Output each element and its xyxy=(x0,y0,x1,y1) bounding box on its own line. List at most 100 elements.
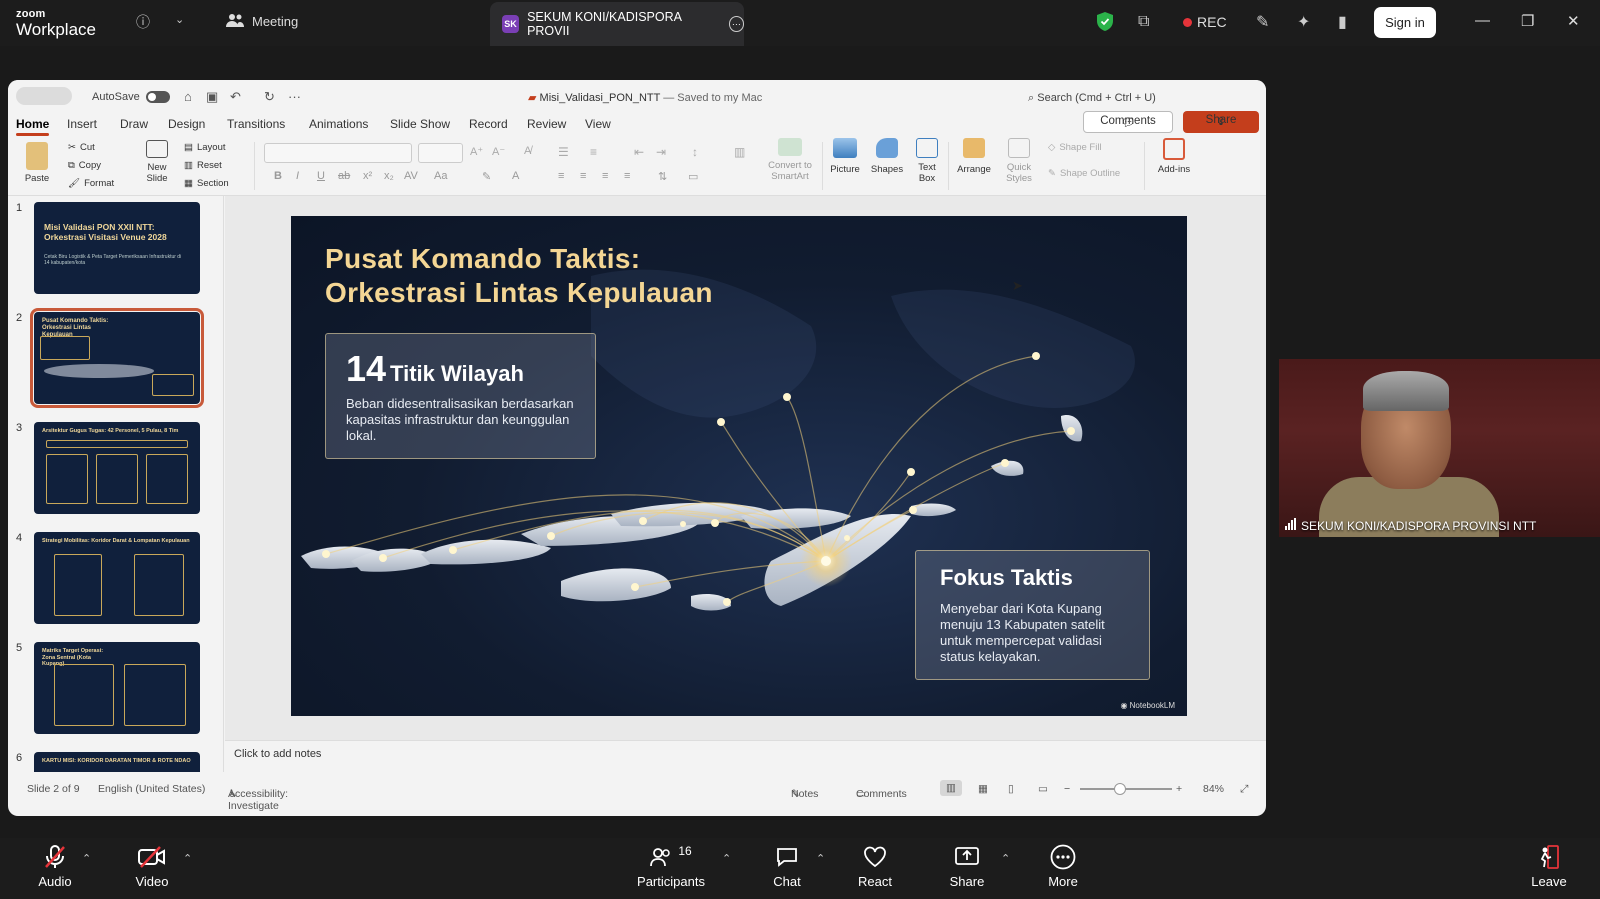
tab-home[interactable]: Home xyxy=(16,117,50,136)
clear-format-icon[interactable]: A̸ xyxy=(524,145,531,157)
slide-thumbnail-3[interactable]: Arsitektur Gugus Tugas: 42 Personel, 5 P… xyxy=(34,422,200,514)
react-button[interactable]: React xyxy=(854,844,896,889)
slide-thumbnail-5[interactable]: Matriks Target Operasi: Zona Sentral (Ko… xyxy=(34,642,200,734)
normal-view-icon[interactable]: ▥ xyxy=(940,780,962,796)
increase-font-icon[interactable]: A⁺ xyxy=(470,145,483,158)
share-screen-button[interactable]: Share xyxy=(946,844,988,889)
decrease-font-icon[interactable]: A⁻ xyxy=(492,145,505,158)
tab-design[interactable]: Design xyxy=(168,117,205,131)
zoom-slider[interactable] xyxy=(1080,788,1172,790)
shape-fill-button[interactable]: ◇ Shape Fill xyxy=(1048,142,1102,153)
sign-in-button[interactable]: Sign in xyxy=(1374,7,1436,38)
strikethrough-icon[interactable]: ab xyxy=(338,170,350,182)
chat-button[interactable]: Chat xyxy=(766,844,808,889)
text-box-button[interactable]: Text Box xyxy=(914,138,940,185)
more-icon[interactable]: ··· xyxy=(288,89,301,104)
slide-sorter-icon[interactable]: ▦ xyxy=(978,783,988,795)
notes-pane[interactable]: Click to add notes xyxy=(225,740,1266,772)
text-direction-icon[interactable]: ⇅ xyxy=(658,170,667,183)
info-icon[interactable]: ⓘ xyxy=(136,12,150,32)
tab-transitions[interactable]: Transitions xyxy=(227,117,285,131)
character-spacing-icon[interactable]: AV xyxy=(404,170,418,182)
columns-icon[interactable]: ▥ xyxy=(734,145,745,159)
slide-editor[interactable]: Pusat Komando Taktis: Orkestrasi Lintas … xyxy=(225,196,1266,740)
sidebar-toggle-button[interactable] xyxy=(16,87,72,105)
bold-icon[interactable]: B xyxy=(274,170,282,182)
font-color-icon[interactable]: A xyxy=(512,170,519,182)
tab-view[interactable]: View xyxy=(585,117,611,131)
layout-button[interactable]: ▤ Layout xyxy=(184,142,226,153)
quick-styles-button[interactable]: Quick Styles xyxy=(1002,138,1036,185)
numbering-icon[interactable]: ≡ xyxy=(590,145,597,159)
change-case-icon[interactable]: Aa xyxy=(434,170,447,182)
fit-slide-icon[interactable]: ⤢ xyxy=(1240,783,1248,796)
align-right-icon[interactable]: ≡ xyxy=(602,170,608,182)
tab-insert[interactable]: Insert xyxy=(67,117,97,131)
align-text-icon[interactable]: ▭ xyxy=(688,170,698,183)
slide-thumbnail-1[interactable]: Misi Validasi PON XXII NTT: Orkestrasi V… xyxy=(34,202,200,294)
zoom-slider-thumb[interactable] xyxy=(1114,783,1126,795)
slideshow-icon[interactable]: ▭ xyxy=(1038,783,1048,795)
participant-video[interactable]: SEKUM KONI/KADISPORA PROVINSI NTT xyxy=(1279,359,1600,537)
close-icon[interactable]: ✕ xyxy=(1567,12,1580,30)
bullets-icon[interactable]: ☰ xyxy=(558,145,569,159)
chevron-up-icon[interactable]: ⌃ xyxy=(722,852,731,865)
subscript-icon[interactable]: x₂ xyxy=(384,170,394,182)
slide-thumbnail-2[interactable]: Pusat Komando Taktis: Orkestrasi Lintas … xyxy=(30,308,204,408)
chevron-up-icon[interactable]: ⌃ xyxy=(816,852,825,865)
zoom-level[interactable]: 84% xyxy=(1203,783,1224,795)
font-size-select[interactable] xyxy=(418,143,463,163)
share-button[interactable]: ⇪ Share ⌄ xyxy=(1183,111,1259,133)
audio-button[interactable]: Audio xyxy=(34,844,76,889)
align-left-icon[interactable]: ≡ xyxy=(558,170,564,182)
superscript-icon[interactable]: x² xyxy=(363,170,372,182)
meeting-tab[interactable]: SK SEKUM KONI/KADISPORA PROVII ··· xyxy=(490,2,744,46)
tab-draw[interactable]: Draw xyxy=(120,117,148,131)
arrange-button[interactable]: Arrange xyxy=(954,138,994,175)
zoom-in-icon[interactable]: + xyxy=(1176,783,1182,795)
tab-review[interactable]: Review xyxy=(527,117,566,131)
language-indicator[interactable]: English (United States) xyxy=(98,783,205,795)
search-box[interactable]: ⌕ Search (Cmd + Ctrl + U) xyxy=(1028,92,1156,105)
zoom-out-icon[interactable]: − xyxy=(1064,783,1070,795)
line-spacing-icon[interactable]: ↕ xyxy=(692,145,698,159)
new-slide-button[interactable]: New Slide xyxy=(140,140,174,185)
decrease-indent-icon[interactable]: ⇤ xyxy=(634,145,644,159)
home-icon[interactable]: ⌂ xyxy=(184,89,192,104)
chevron-up-icon[interactable]: ⌃ xyxy=(1001,852,1010,865)
underline-icon[interactable]: U xyxy=(317,170,325,182)
undo-icon[interactable]: ↶ xyxy=(230,89,241,105)
highlight-icon[interactable]: ✎ xyxy=(482,170,491,183)
tab-record[interactable]: Record xyxy=(469,117,508,131)
side-panel-icon[interactable]: ▮ xyxy=(1338,12,1347,32)
document-title[interactable]: ▰ Misi_Validasi_PON_NTT — Saved to my Ma… xyxy=(528,91,762,104)
slide-title[interactable]: Pusat Komando Taktis: Orkestrasi Lintas … xyxy=(325,242,713,309)
tab-animations[interactable]: Animations xyxy=(309,117,368,131)
increase-indent-icon[interactable]: ⇥ xyxy=(656,145,666,159)
stat-card[interactable]: 14 Titik Wilayah Beban didesentralisasika… xyxy=(325,333,596,459)
picture-button[interactable]: Picture xyxy=(828,138,862,175)
reading-view-icon[interactable]: ▯ xyxy=(1008,783,1014,795)
focus-card[interactable]: Fokus Taktis Menyebar dari Kota Kupang m… xyxy=(915,550,1150,680)
apps-icon[interactable]: ⧉ xyxy=(1138,13,1149,31)
slide-thumbnail-4[interactable]: Strategi Mobilitas: Koridor Darat & Lomp… xyxy=(34,532,200,624)
autosave[interactable]: AutoSave xyxy=(92,91,170,103)
copy-button[interactable]: ⧉ Copy xyxy=(68,160,101,171)
shapes-button[interactable]: Shapes xyxy=(870,138,904,175)
current-slide[interactable]: Pusat Komando Taktis: Orkestrasi Lintas … xyxy=(291,216,1187,716)
format-painter-button[interactable]: 🖌︎ Format xyxy=(68,178,114,189)
shield-icon[interactable] xyxy=(1097,12,1113,36)
video-button[interactable]: Video xyxy=(131,844,173,889)
redo-icon[interactable]: ↻ xyxy=(264,89,275,105)
participants-button[interactable]: 16 Participants xyxy=(630,844,712,889)
comments-button[interactable]: 💬︎ Comments xyxy=(1083,111,1173,133)
tab-slide-show[interactable]: Slide Show xyxy=(390,117,450,131)
ai-companion-icon[interactable]: ✦ xyxy=(1297,12,1310,32)
reset-button[interactable]: ▥ Reset xyxy=(184,160,222,171)
font-family-select[interactable] xyxy=(264,143,412,163)
recording-indicator[interactable]: REC xyxy=(1183,14,1227,30)
chevron-down-icon[interactable]: ⌄ xyxy=(175,13,184,26)
convert-smartart-button[interactable]: Convert to SmartArt xyxy=(760,138,820,183)
annotate-icon[interactable]: ✎ xyxy=(1256,12,1269,32)
paste-button[interactable]: Paste xyxy=(20,142,54,184)
